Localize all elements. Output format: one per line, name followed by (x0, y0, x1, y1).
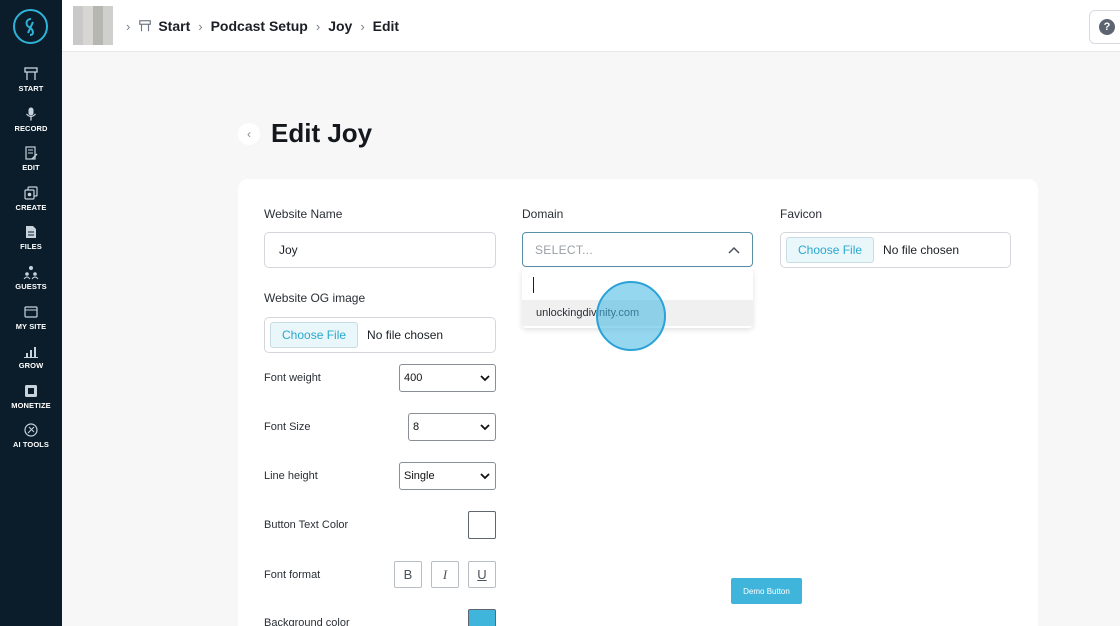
background-color-label: Background color (264, 617, 350, 626)
sidebar-item-label: AI TOOLS (12, 440, 50, 449)
domain-select[interactable]: SELECT... (522, 232, 753, 267)
grow-icon (24, 347, 38, 358)
sidebar-item-label: CREATE (15, 203, 47, 212)
sidebar-item-label: EDIT (22, 163, 40, 172)
page-title: Edit Joy (271, 118, 373, 148)
sidebar-item-label: RECORD (14, 124, 48, 133)
chevron-down-icon (480, 473, 490, 480)
domain-option[interactable]: unlockingdivinity.com (522, 300, 753, 326)
chevron-right-icon: › (198, 18, 203, 34)
demo-button[interactable]: Demo Button (731, 578, 802, 604)
choose-file-button[interactable]: Choose File (270, 322, 359, 348)
my-site-icon (24, 306, 38, 318)
website-name-label: Website Name (264, 207, 343, 221)
background-color-picker[interactable] (468, 609, 496, 626)
sidebar-item-label: MY SITE (15, 322, 47, 331)
guests-icon (23, 266, 39, 280)
help-button[interactable]: ? (1089, 10, 1120, 44)
start-icon (24, 67, 38, 80)
favicon-file-input[interactable]: Choose File No file chosen (780, 232, 1011, 268)
sidebar-item-label: MONETIZE (11, 401, 51, 410)
bold-button[interactable]: B (394, 561, 422, 588)
start-icon (139, 20, 152, 32)
font-weight-select[interactable]: 400 (399, 364, 496, 392)
domain-label: Domain (522, 207, 564, 221)
sidebar-item-grow[interactable]: GROW (0, 343, 62, 379)
breadcrumb-podcast-setup[interactable]: Podcast Setup (211, 18, 308, 34)
breadcrumb: › Start › Podcast Setup › Joy › Edit (118, 0, 399, 52)
domain-dropdown-menu: unlockingdivinity.com (522, 268, 753, 328)
domain-placeholder: SELECT... (535, 242, 594, 257)
breadcrumb-edit: Edit (372, 18, 400, 34)
file-status: No file chosen (883, 243, 960, 257)
favicon-label: Favicon (780, 207, 823, 221)
chevron-down-icon (480, 424, 490, 431)
underline-icon: U (477, 567, 487, 582)
ai-tools-icon (24, 423, 38, 437)
help-icon: ? (1099, 19, 1115, 35)
sidebar-item-edit[interactable]: EDIT (0, 145, 62, 181)
button-text-color-picker[interactable] (468, 511, 496, 539)
breadcrumb-start[interactable]: Start (158, 18, 190, 34)
chevron-right-icon: › (360, 18, 365, 34)
monetize-icon (25, 385, 37, 397)
sidebar-item-label: START (18, 84, 44, 93)
create-icon (24, 186, 38, 200)
og-image-file-input[interactable]: Choose File No file chosen (264, 317, 496, 353)
edit-icon (25, 146, 38, 160)
chevron-right-icon: › (126, 18, 131, 34)
og-image-label: Website OG image (264, 291, 366, 305)
file-status: No file chosen (367, 328, 444, 342)
italic-icon: I (442, 566, 448, 582)
microphone-icon (26, 107, 36, 121)
line-height-value: Single (404, 470, 435, 482)
chevron-up-icon (728, 246, 740, 254)
sidebar-item-my-site[interactable]: MY SITE (0, 304, 62, 340)
sidebar-item-monetize[interactable]: MONETIZE (0, 383, 62, 419)
sidebar-item-label: GUESTS (15, 282, 47, 291)
italic-button[interactable]: I (431, 561, 459, 588)
sidebar-item-ai-tools[interactable]: AI TOOLS (0, 422, 62, 458)
sidebar-item-create[interactable]: CREATE (0, 185, 62, 221)
font-format-label: Font format (264, 569, 321, 581)
app-logo[interactable] (13, 9, 48, 44)
files-icon (26, 226, 36, 238)
sidebar-item-label: FILES (20, 242, 42, 251)
breadcrumb-joy[interactable]: Joy (328, 18, 352, 34)
sidebar-item-start[interactable]: START (0, 66, 62, 102)
podcast-avatar[interactable] (73, 6, 113, 45)
sidebar: START RECORD EDIT CREATE FILES GUESTS MY… (0, 0, 62, 626)
logo-icon (25, 17, 34, 36)
domain-search-input[interactable] (528, 274, 747, 296)
line-height-label: Line height (264, 470, 318, 482)
underline-button[interactable]: U (468, 561, 496, 588)
chevron-down-icon (480, 375, 490, 382)
font-size-value: 8 (413, 421, 420, 433)
font-weight-value: 400 (404, 372, 423, 384)
sidebar-item-files[interactable]: FILES (0, 224, 62, 260)
sidebar-item-record[interactable]: RECORD (0, 106, 62, 142)
chevron-right-icon: › (315, 18, 321, 34)
top-bar: › Start › Podcast Setup › Joy › Edit ? (62, 0, 1120, 52)
line-height-select[interactable]: Single (399, 462, 496, 490)
sidebar-item-guests[interactable]: GUESTS (0, 264, 62, 300)
text-caret (533, 277, 534, 293)
sidebar-item-label: GROW (18, 361, 44, 370)
bold-icon: B (403, 567, 413, 582)
button-text-color-label: Button Text Color (264, 519, 349, 531)
font-size-select[interactable]: 8 (408, 413, 496, 441)
back-button[interactable]: ‹ (238, 123, 260, 145)
choose-file-button[interactable]: Choose File (786, 237, 875, 263)
website-name-input[interactable]: Joy (264, 232, 496, 268)
font-weight-label: Font weight (264, 372, 321, 384)
font-size-label: Font Size (264, 421, 311, 433)
